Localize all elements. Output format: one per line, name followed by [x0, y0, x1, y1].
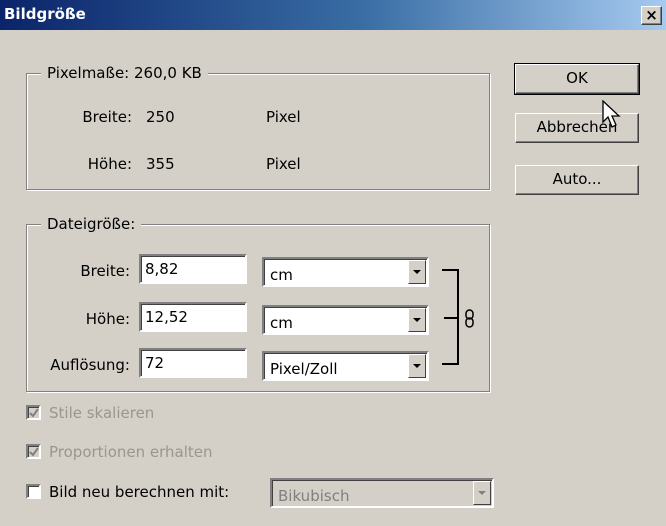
doc-width-unit: cm [270, 266, 293, 284]
mouse-pointer-icon [602, 100, 621, 128]
doc-height-unit: cm [270, 314, 293, 332]
pixel-height-unit: Pixel [266, 155, 301, 173]
resample-method-select[interactable]: Bikubisch [270, 478, 494, 508]
close-button[interactable]: × [641, 6, 662, 25]
chevron-down-icon[interactable] [408, 308, 426, 332]
document-size-legend: Dateigröße: [41, 215, 142, 233]
pixel-height-value: 355 [146, 155, 175, 173]
auto-button[interactable]: Auto... [515, 165, 639, 195]
image-size-dialog: Bildgröße × Pixelmaße: 260,0 KB Breite: … [0, 0, 666, 526]
resolution-unit: Pixel/Zoll [270, 360, 338, 378]
auto-button-label: Auto... [552, 170, 602, 188]
title-bar: Bildgröße × [0, 0, 666, 30]
constrain-proportions-label: Proportionen erhalten [49, 443, 213, 461]
chevron-down-icon[interactable] [473, 481, 491, 505]
scale-styles-checkbox[interactable] [26, 405, 41, 420]
resample-method-value: Bikubisch [278, 487, 350, 505]
constrain-proportions-checkbox[interactable] [26, 444, 41, 459]
ok-button-label: OK [566, 69, 588, 87]
resolution-label: Auflösung: [50, 356, 130, 374]
doc-height-unit-select[interactable]: cm [262, 305, 429, 335]
resolution-value: 72 [145, 354, 165, 372]
scale-styles-label: Stile skalieren [49, 404, 155, 422]
checkmark-icon [29, 447, 39, 457]
chain-link-icon [465, 309, 474, 328]
resample-label: Bild neu berechnen mit: [49, 483, 230, 501]
doc-height-label: Höhe: [85, 310, 130, 328]
pixel-width-value: 250 [146, 108, 175, 126]
ok-button[interactable]: OK [514, 63, 640, 95]
resolution-input[interactable]: 72 [139, 348, 247, 378]
close-icon: × [645, 6, 658, 24]
pixel-dimensions-legend: Pixelmaße: 260,0 KB [41, 64, 208, 82]
doc-width-unit-select[interactable]: cm [262, 257, 429, 287]
pixel-width-unit: Pixel [266, 108, 301, 126]
chevron-down-icon[interactable] [408, 260, 426, 284]
pixel-height-label: Höhe: [87, 155, 132, 173]
doc-width-input[interactable]: 8,82 [139, 254, 247, 284]
window-title: Bildgröße [4, 5, 86, 23]
pixel-width-label: Breite: [82, 108, 132, 126]
checkmark-icon [29, 408, 39, 418]
doc-height-value: 12,52 [145, 308, 188, 326]
resolution-unit-select[interactable]: Pixel/Zoll [262, 351, 429, 381]
chevron-down-icon[interactable] [408, 354, 426, 378]
doc-width-label: Breite: [80, 262, 130, 280]
doc-width-value: 8,82 [145, 260, 179, 278]
resample-checkbox[interactable] [26, 484, 41, 499]
doc-height-input[interactable]: 12,52 [139, 302, 247, 332]
